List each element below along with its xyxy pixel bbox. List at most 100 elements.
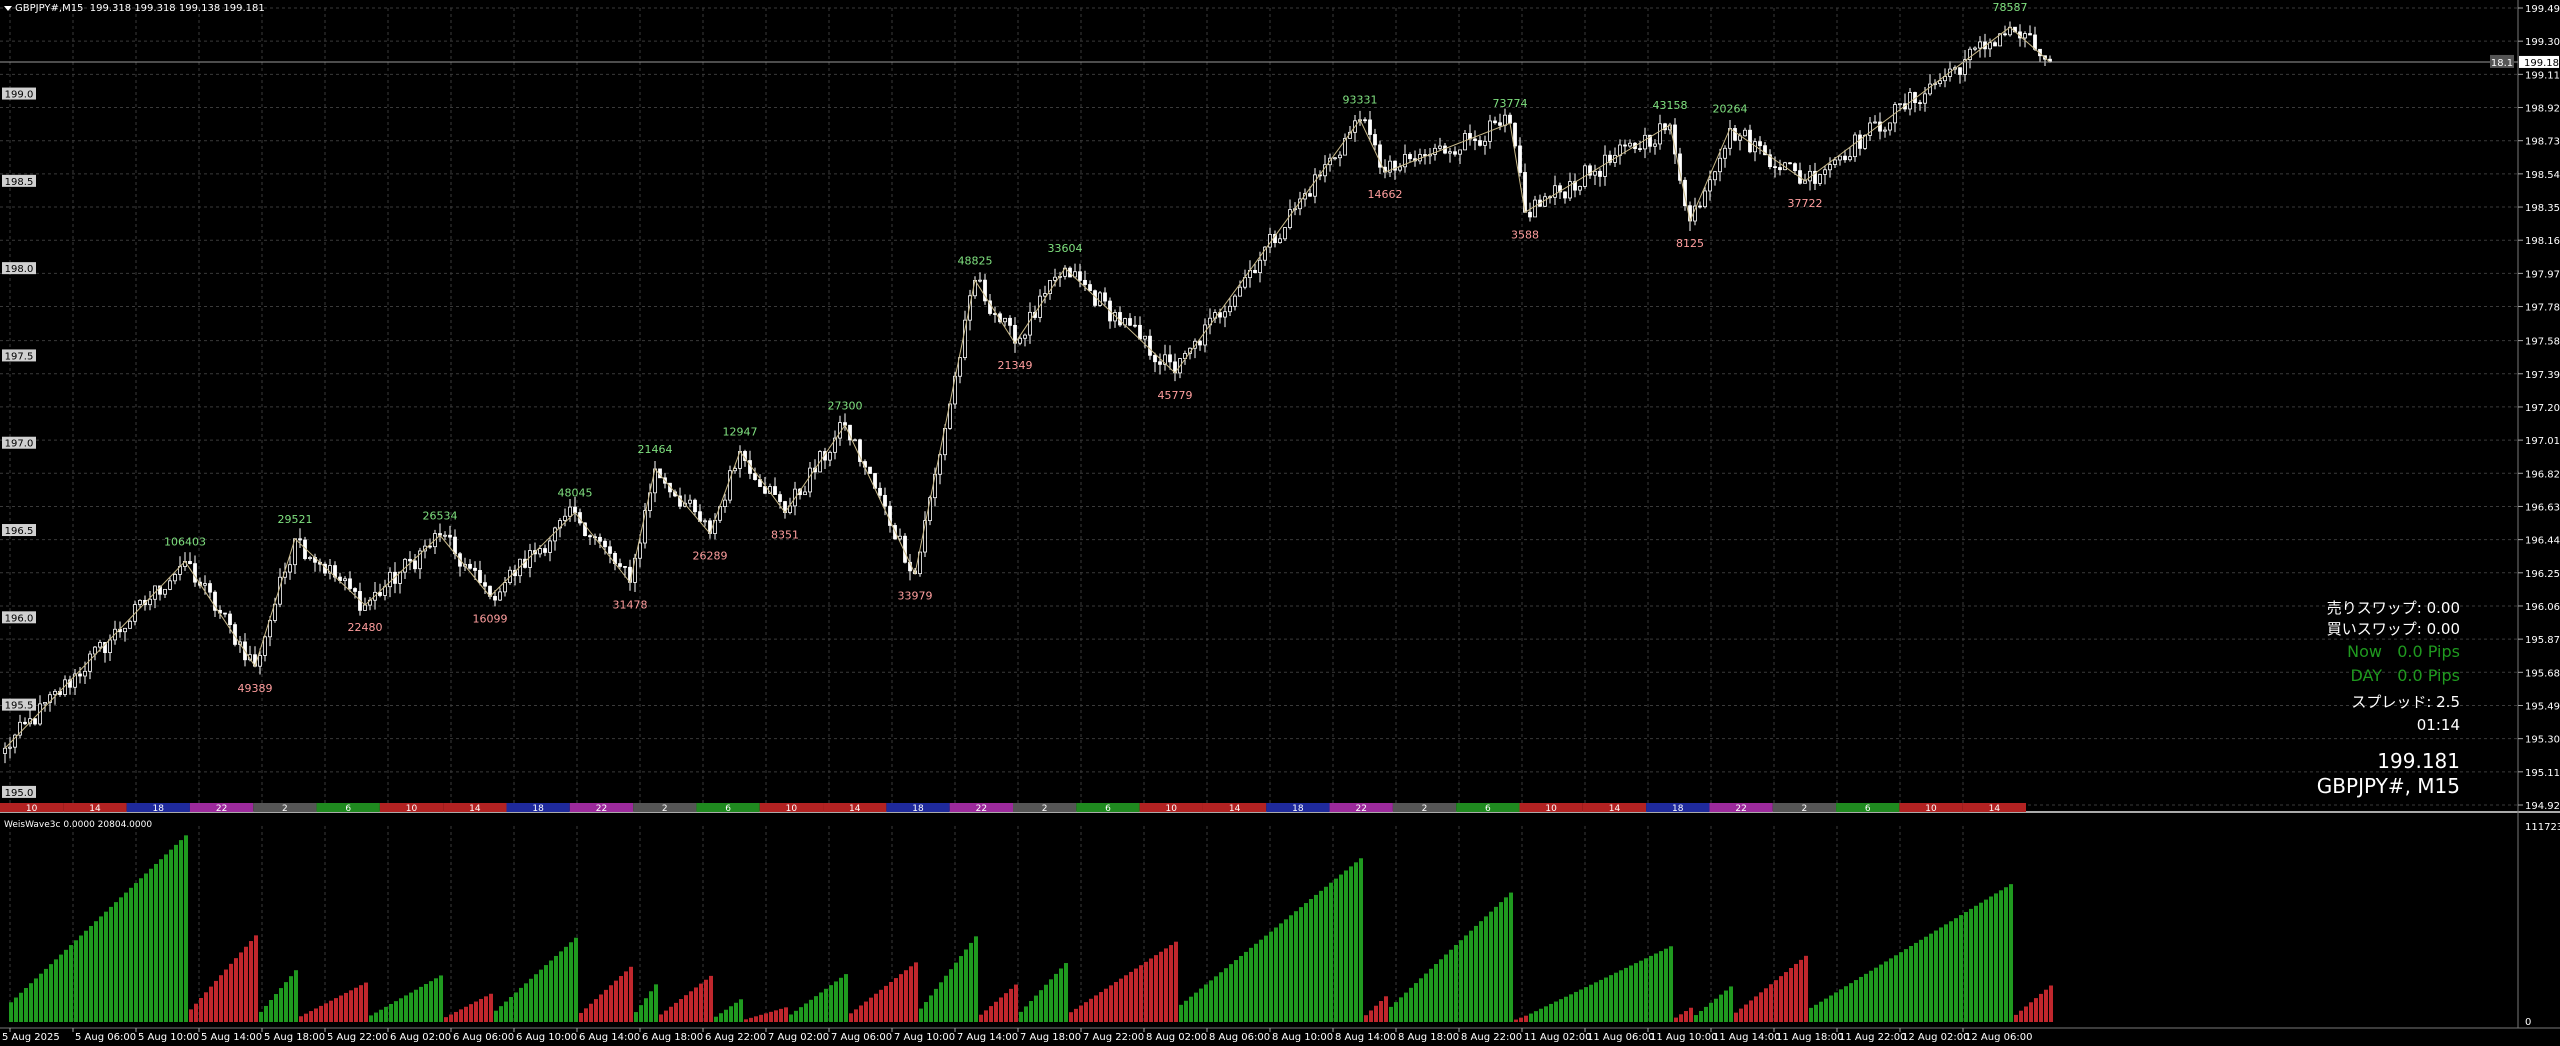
volume-bar — [1834, 992, 1838, 1022]
volume-axis-zero: 0 — [2525, 1017, 2531, 1028]
candle-body — [1993, 42, 1997, 47]
volume-bar — [1704, 1006, 1708, 1022]
volume-bar — [1474, 925, 1478, 1022]
candle-body — [1078, 271, 1082, 281]
volume-bar — [1454, 944, 1458, 1022]
volume-bar — [1124, 975, 1128, 1022]
candle-body — [1448, 151, 1452, 154]
volume-bar — [1269, 931, 1273, 1022]
volume-bar — [1234, 960, 1238, 1022]
volume-bar — [774, 1010, 778, 1022]
volume-bar — [49, 964, 53, 1022]
volume-bar — [1359, 858, 1363, 1022]
volume-bar — [354, 987, 358, 1022]
volume-bar — [1009, 988, 1013, 1022]
candle-body — [388, 571, 392, 588]
volume-bar — [1589, 984, 1593, 1022]
volume-bar — [719, 1013, 723, 1022]
session-label: 18 — [532, 804, 544, 814]
spread: スプレッド: 2.5 — [2351, 693, 2460, 711]
time-tick-label: 8 Aug 02:00 — [1146, 1032, 1207, 1043]
candle-body — [43, 702, 47, 705]
volume-bar — [1304, 903, 1308, 1022]
axis-tick-label: 197.585 — [2525, 337, 2560, 348]
volume-bar — [114, 902, 118, 1022]
candle-body — [1743, 129, 1747, 137]
volume-bar — [519, 987, 523, 1022]
volume-bar — [1339, 874, 1343, 1022]
volume-bar — [154, 863, 158, 1022]
candle-body — [1898, 103, 1902, 106]
candle-body — [548, 540, 552, 553]
volume-bar — [799, 1007, 803, 1022]
volume-bar — [234, 958, 238, 1022]
volume-bar — [1764, 988, 1768, 1022]
candle-body — [1483, 140, 1487, 146]
volume-bar — [1419, 978, 1423, 1022]
time-tick-label: 8 Aug 18:00 — [1398, 1032, 1459, 1043]
volume-bar — [349, 990, 353, 1022]
volume-bar — [2004, 887, 2008, 1022]
axis-tick-label: 195.685 — [2525, 668, 2560, 679]
time-tick-label: 8 Aug 06:00 — [1209, 1032, 1270, 1043]
axis-tick-label: 194.925 — [2525, 801, 2560, 812]
volume-bar — [1674, 1017, 1678, 1022]
candle-body — [1453, 151, 1457, 155]
session-label: 10 — [1925, 804, 1937, 814]
time-tick-label: 7 Aug 14:00 — [957, 1032, 1018, 1043]
volume-bar — [204, 992, 208, 1022]
volume-bar — [1624, 967, 1628, 1022]
candle-body — [228, 613, 232, 625]
volume-bar — [284, 982, 288, 1022]
level-marker: 195.5 — [2, 698, 36, 712]
session-label: 18 — [1292, 804, 1304, 814]
volume-bar — [1559, 999, 1563, 1022]
candle-body — [173, 574, 177, 582]
candle-body — [353, 588, 357, 592]
volume-bar — [989, 1006, 993, 1022]
session-label: 10 — [406, 804, 418, 814]
volume-bar — [1244, 951, 1248, 1022]
volume-bar — [199, 997, 203, 1022]
volume-bar — [1579, 989, 1583, 1022]
time-tick-label: 5 Aug 10:00 — [138, 1032, 199, 1043]
candle-body — [88, 653, 92, 672]
axis-tick-label: 196.065 — [2525, 602, 2560, 613]
candle-body — [553, 527, 557, 542]
volume-bar — [1449, 949, 1453, 1022]
volume-bar — [374, 1012, 378, 1022]
session-label: 14 — [89, 804, 101, 814]
volume-bar — [254, 935, 258, 1022]
volume-bar — [434, 978, 438, 1022]
time-tick-label: 7 Aug 02:00 — [768, 1032, 829, 1043]
volume-bar — [674, 1002, 678, 1022]
candle-body — [1883, 129, 1887, 132]
volume-bar — [449, 1014, 453, 1022]
volume-bar — [1144, 961, 1148, 1022]
volume-bar — [1384, 996, 1388, 1022]
chevron-down-icon[interactable] — [4, 5, 12, 11]
volume-bar — [529, 978, 533, 1022]
volume-bar — [949, 969, 953, 1022]
candle-body — [298, 538, 302, 541]
volume-bar — [1494, 906, 1498, 1022]
time-tick-label: 11 Aug 22:00 — [1839, 1032, 1906, 1043]
candle-body — [1793, 163, 1797, 172]
candle-body — [598, 536, 602, 542]
candle-body — [498, 591, 502, 601]
volume-bar — [469, 1004, 473, 1022]
candle-body — [468, 563, 472, 569]
pivot-volume-label: 49389 — [238, 682, 273, 695]
volume-bar — [169, 849, 173, 1022]
candle-body — [443, 534, 447, 537]
volume-bar — [1569, 994, 1573, 1022]
candle-body — [408, 558, 412, 562]
candle-body — [528, 550, 532, 568]
volume-bar — [1019, 1011, 1023, 1022]
candle-body — [1928, 83, 1932, 95]
chart-header: GBPJPY#,M15 199.318 199.318 199.138 199.… — [4, 3, 265, 14]
level-marker: 195.0 — [2, 785, 36, 799]
candle-body — [1143, 335, 1147, 340]
volume-bar — [544, 965, 548, 1022]
volume-bar — [314, 1008, 318, 1022]
